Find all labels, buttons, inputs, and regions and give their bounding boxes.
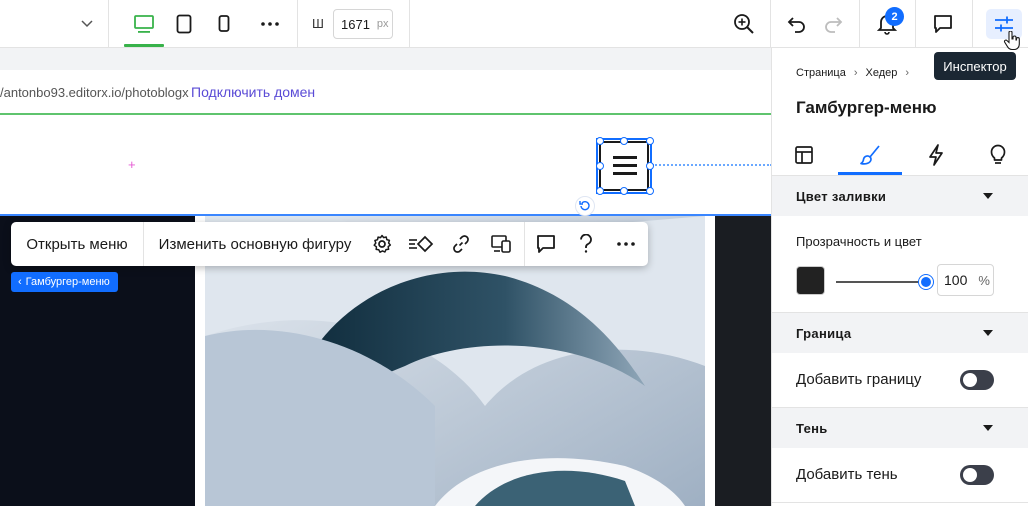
breadcrumb-header[interactable]: Хедер xyxy=(866,67,898,79)
comment-icon[interactable] xyxy=(531,222,561,266)
width-input[interactable]: 1671 px xyxy=(333,9,393,39)
toolbar-divider xyxy=(770,0,771,48)
caret-down-icon xyxy=(983,330,993,336)
resize-handle[interactable] xyxy=(646,162,654,170)
plus-icon: + xyxy=(128,157,136,172)
open-menu-button[interactable]: Открыть меню xyxy=(11,222,143,266)
toolbar-divider xyxy=(859,0,860,48)
tab-interactions[interactable] xyxy=(904,136,968,174)
caret-down-icon xyxy=(983,425,993,431)
caret-down-icon xyxy=(983,193,993,199)
inspector-tooltip: Инспектор xyxy=(934,52,1016,80)
selected-element-tag[interactable]: ‹ Гамбургер-меню xyxy=(11,272,118,292)
help-icon[interactable] xyxy=(571,222,601,266)
section-fill-title: Цвет заливки xyxy=(796,188,887,204)
more-icon[interactable] xyxy=(611,222,641,266)
layout-icon xyxy=(795,146,813,164)
section-divider xyxy=(772,502,1028,503)
width-unit: px xyxy=(376,18,389,30)
resize-handle[interactable] xyxy=(620,187,628,195)
connect-domain-link[interactable]: Подключить домен xyxy=(191,84,315,100)
animation-icon[interactable] xyxy=(407,222,435,266)
section-shadow-title: Тень xyxy=(796,420,828,436)
hamburger-bar xyxy=(613,164,637,167)
tab-layout[interactable] xyxy=(772,136,836,174)
change-shape-button[interactable]: Изменить основную фигуру xyxy=(144,222,366,266)
add-shadow-toggle[interactable] xyxy=(960,465,994,485)
zoom-in-icon[interactable] xyxy=(728,0,760,48)
hamburger-bar xyxy=(613,156,637,159)
add-shadow-label: Добавить тень xyxy=(796,466,898,483)
opacity-unit: % xyxy=(978,272,990,288)
tab-design[interactable] xyxy=(838,136,902,174)
desktop-icon[interactable] xyxy=(126,0,162,48)
section-border-header[interactable]: Граница xyxy=(772,313,1028,353)
breadcrumb: Страница › Хедер › xyxy=(796,67,917,79)
settings-gear-icon[interactable] xyxy=(368,222,396,266)
toolbar-divider xyxy=(409,0,410,48)
top-toolbar: Ш 1671 px 2 xyxy=(0,0,1028,48)
breadcrumb-page[interactable]: Страница xyxy=(796,67,846,79)
link-icon[interactable] xyxy=(447,222,475,266)
resize-handle[interactable] xyxy=(646,187,654,195)
toolbar-divider xyxy=(972,0,973,48)
undo-icon[interactable] xyxy=(782,0,812,48)
lightbulb-icon xyxy=(990,144,1006,164)
tab-tips[interactable] xyxy=(966,136,1028,174)
selected-element-label: Гамбургер-меню xyxy=(25,276,110,288)
resize-handle[interactable] xyxy=(646,137,654,145)
add-border-toggle[interactable] xyxy=(960,370,994,390)
opacity-slider-track[interactable] xyxy=(836,281,926,283)
comment-icon[interactable] xyxy=(928,0,958,48)
toolbar-divider xyxy=(524,222,525,266)
responsive-icon[interactable] xyxy=(487,222,515,266)
active-device-indicator xyxy=(124,44,164,47)
site-url: /antonbo93.editorx.io/photoblogx xyxy=(0,85,189,100)
toolbar-divider xyxy=(915,0,916,48)
resize-handle[interactable] xyxy=(620,137,628,145)
toolbar-divider xyxy=(108,0,109,48)
dotted-guide xyxy=(652,164,771,166)
canvas-top-strip xyxy=(0,48,771,70)
section-border-title: Граница xyxy=(796,325,852,341)
fill-color-swatch[interactable] xyxy=(796,266,825,295)
lightning-icon xyxy=(929,144,943,166)
section-shadow-header[interactable]: Тень xyxy=(772,408,1028,448)
rotate-icon[interactable] xyxy=(575,196,595,216)
mobile-icon[interactable] xyxy=(210,0,238,48)
opacity-color-label: Прозрачность и цвет xyxy=(796,234,922,249)
toolbar-divider xyxy=(297,0,298,48)
section-fill-header[interactable]: Цвет заливки xyxy=(772,176,1028,216)
brush-icon xyxy=(860,145,880,165)
more-icon[interactable] xyxy=(254,0,286,48)
hamburger-bar xyxy=(613,172,637,175)
add-border-label: Добавить границу xyxy=(796,371,922,388)
resize-handle[interactable] xyxy=(596,137,604,145)
chevron-right-icon: › xyxy=(853,67,858,79)
site-url-bar: /antonbo93.editorx.io/photoblogx Подключ… xyxy=(0,70,771,115)
resize-handle[interactable] xyxy=(596,187,604,195)
redo-icon[interactable] xyxy=(818,0,848,48)
opacity-input[interactable]: 100 % xyxy=(937,264,994,296)
tablet-icon[interactable] xyxy=(168,0,200,48)
chevron-down-icon[interactable] xyxy=(72,0,102,48)
width-value: 1671 xyxy=(341,16,370,32)
resize-handle[interactable] xyxy=(596,162,604,170)
chevron-right-icon: › xyxy=(905,67,910,79)
chevron-left-icon: ‹ xyxy=(18,276,22,288)
hand-cursor-icon xyxy=(1004,31,1020,51)
opacity-value: 100 xyxy=(944,272,968,288)
panel-title: Гамбургер-меню xyxy=(796,98,937,117)
element-context-toolbar: Открыть меню Изменить основную фигуру xyxy=(11,222,648,266)
side-photo[interactable] xyxy=(715,216,771,506)
opacity-slider-knob[interactable] xyxy=(919,275,933,289)
inspector-panel: Страница › Хедер › Гамбургер-меню Цвет з… xyxy=(771,48,1028,506)
hamburger-menu-element[interactable] xyxy=(596,138,652,194)
width-label: Ш xyxy=(312,16,324,31)
notifications-badge: 2 xyxy=(885,7,904,26)
editor-canvas[interactable]: /antonbo93.editorx.io/photoblogx Подключ… xyxy=(0,48,771,506)
